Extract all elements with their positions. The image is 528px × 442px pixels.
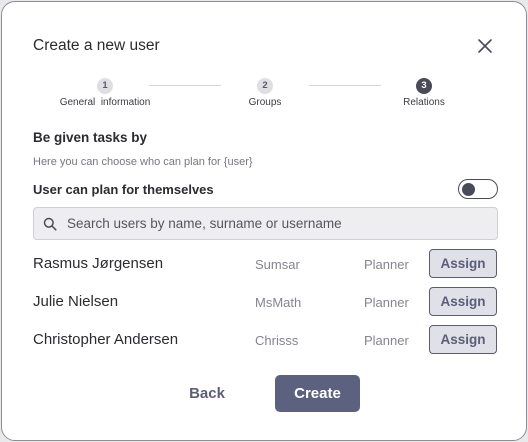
step-label: Groups <box>248 97 282 108</box>
user-username: Sumsar <box>255 257 300 272</box>
user-row: Julie Nielsen MsMath Planner Assign <box>33 287 498 317</box>
user-username: Chrisss <box>255 333 299 348</box>
close-icon[interactable] <box>474 35 496 57</box>
create-button[interactable]: Create <box>275 375 360 412</box>
step-label: Relations <box>403 97 445 108</box>
toggle-knob <box>462 182 475 196</box>
user-role: Planner <box>364 257 409 272</box>
step-groups: 2 Groups <box>205 78 325 108</box>
user-full-name: Julie Nielsen <box>33 293 119 310</box>
self-plan-toggle[interactable] <box>458 179 498 199</box>
user-full-name: Christopher Andersen <box>33 331 179 348</box>
user-role: Planner <box>364 295 409 310</box>
search-icon <box>43 217 57 231</box>
step-number: 3 <box>416 78 432 94</box>
step-general-information: 1 General information <box>45 78 165 108</box>
user-username: MsMath <box>255 295 302 310</box>
user-role: Planner <box>364 333 409 348</box>
section-subtitle: Here you can choose who can plan for {us… <box>33 156 253 168</box>
back-button[interactable]: Back <box>168 376 246 411</box>
assign-button[interactable]: Assign <box>429 325 497 354</box>
assign-button[interactable]: Assign <box>429 287 497 316</box>
user-search <box>33 207 498 240</box>
assign-button[interactable]: Assign <box>429 249 497 278</box>
section-title: Be given tasks by <box>33 130 148 145</box>
self-plan-label: User can plan for themselves <box>33 182 214 197</box>
user-row: Rasmus Jørgensen Sumsar Planner Assign <box>33 249 498 279</box>
step-label: General information <box>59 97 151 108</box>
search-input[interactable] <box>67 208 492 239</box>
step-number: 1 <box>97 78 113 94</box>
user-full-name: Rasmus Jørgensen <box>33 255 164 272</box>
user-row: Christopher Andersen Chrisss Planner Ass… <box>33 325 498 355</box>
step-relations: 3 Relations <box>364 78 484 108</box>
dialog-title: Create a new user <box>33 37 160 54</box>
step-number: 2 <box>257 78 273 94</box>
create-user-dialog: Create a new user 1 General information … <box>1 1 527 441</box>
